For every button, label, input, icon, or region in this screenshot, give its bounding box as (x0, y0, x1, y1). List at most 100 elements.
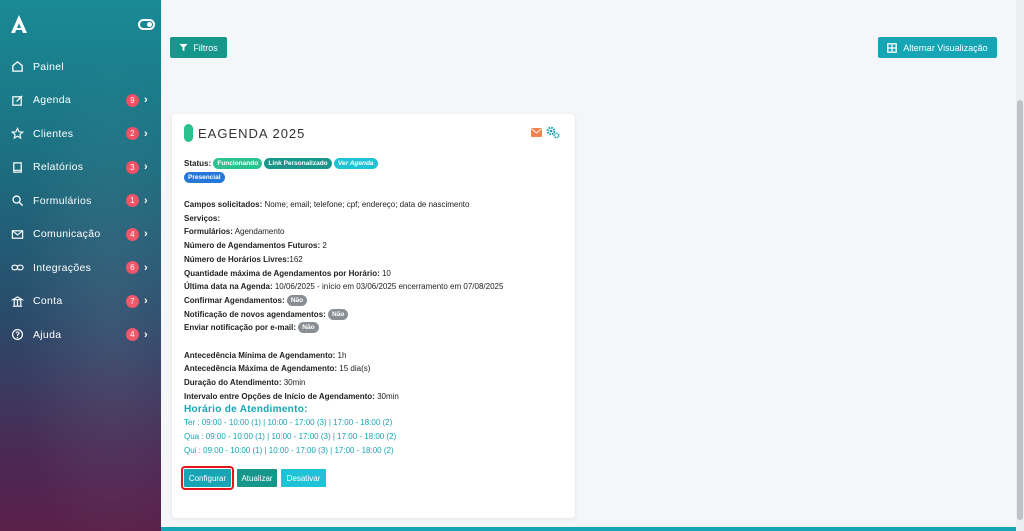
sidebar-item-relatorios[interactable]: Relatórios 3 › (0, 151, 161, 185)
count-badge: 4 (126, 227, 139, 241)
count-badge: 6 (126, 261, 139, 275)
chevron-right-icon: › (144, 261, 148, 274)
count-badge: 7 (126, 294, 139, 308)
field-label: Enviar notificação por e-mail: (184, 323, 297, 333)
notif-email-row: Enviar notificação por e-mail: Não (184, 321, 567, 335)
field-label: Última data na Agenda: (184, 282, 273, 292)
card-body: Status: Funcionando Link Personalizado V… (184, 157, 567, 457)
confirmar-row: Confirmar Agendamentos: Não (184, 294, 567, 308)
configure-button[interactable]: Configurar (181, 466, 234, 490)
sidebar-item-conta[interactable]: Conta 7 › (0, 285, 161, 319)
schedule-row: Qui : 09:00 - 10:00 (1) | 10:00 - 17:00 … (184, 445, 394, 455)
sidebar-item-agenda[interactable]: Agenda 9 › (0, 84, 161, 118)
star-icon (11, 127, 24, 140)
field-label: Número de Horários Livres: (184, 254, 290, 264)
field-value: 30min (281, 378, 306, 387)
sidebar-item-label: Relatórios (33, 161, 84, 174)
help-icon (11, 328, 24, 341)
chevron-right-icon: › (144, 328, 148, 341)
futuros-row: Número de Agendamentos Futuros: 2 (184, 239, 567, 253)
field-value: Nome; email; telefone; cpf; endereço; da… (262, 200, 470, 210)
agenda-card: EAGENDA 2025 Status: Funcionando Link Pe… (172, 114, 575, 518)
sidebar-item-comunicacao[interactable]: Comunicação 4 › (0, 218, 161, 252)
scrollbar-thumb[interactable] (1017, 100, 1023, 520)
intervalo-row: Intervalo entre Opções de Início de Agen… (184, 390, 567, 404)
link-icon (11, 261, 24, 274)
edit-icon (11, 94, 24, 107)
field-value: Agendamento (232, 227, 285, 237)
field-label: Confirmar Agendamentos: (184, 295, 285, 305)
status-label: Status: (184, 159, 212, 168)
field-label: Quantidade máxima de Agendamentos por Ho… (184, 268, 380, 278)
link-personalizado-badge[interactable]: Link Personalizado (264, 158, 332, 169)
mail-icon[interactable] (531, 128, 542, 137)
sidebar-item-painel[interactable]: Painel (0, 50, 161, 84)
ultima-row: Última data na Agenda: 10/06/2025 - iníc… (184, 280, 567, 294)
sidebar-item-label: Formulários (33, 194, 92, 207)
servicos-row: Serviços: (184, 212, 567, 226)
sidebar-item-label: Clientes (33, 127, 74, 140)
update-button[interactable]: Atualizar (237, 469, 277, 487)
schedule-row: Ter : 09:00 - 10:00 (1) | 10:00 - 17:00 … (184, 418, 393, 428)
nao-badge: Não (298, 322, 319, 334)
field-label: Antecedência Mínima de Agendamento: (184, 350, 336, 360)
count-badge: 2 (126, 127, 139, 141)
grid-icon (887, 42, 898, 53)
deactivate-button[interactable]: Desativar (281, 469, 326, 487)
filter-icon (179, 43, 188, 52)
status-indicator (184, 124, 193, 142)
field-label: Número de Agendamentos Futuros: (184, 241, 321, 251)
count-badge: 3 (126, 160, 139, 174)
chevron-right-icon: › (144, 94, 148, 107)
sidebar-item-clientes[interactable]: Clientes 2 › (0, 117, 161, 151)
field-label: Intervalo entre Opções de Início de Agen… (184, 391, 375, 401)
book-icon (11, 161, 24, 174)
sidebar-item-label: Comunicação (33, 228, 101, 241)
livres-row: Número de Horários Livres:162 (184, 253, 567, 267)
field-value: 30min (374, 391, 399, 401)
duracao-row: Duração do Atendimento: 30min (184, 376, 567, 390)
campos-row: Campos solicitados: Nome; email; telefon… (184, 198, 567, 212)
chevron-right-icon: › (144, 161, 148, 174)
schedule-heading: Horário de Atendimento: (184, 404, 308, 416)
field-value: 1h (335, 350, 347, 360)
notif-novos-row: Notificação de novos agendamentos: Não (184, 308, 567, 322)
chevron-right-icon: › (144, 194, 148, 207)
field-label: Campos solicitados: (184, 200, 263, 210)
search-icon (11, 194, 24, 207)
sidebar: Painel Agenda 9 › Clientes 2 › Relatório… (0, 0, 161, 531)
field-label: Duração do Atendimento: (184, 378, 282, 387)
sidebar-nav: Painel Agenda 9 › Clientes 2 › Relatório… (0, 50, 161, 352)
sidebar-item-label: Ajuda (33, 328, 62, 341)
toggle-view-button-label: Alternar Visualização (903, 42, 988, 53)
sidebar-item-ajuda[interactable]: Ajuda 4 › (0, 318, 161, 352)
sidebar-item-label: Agenda (33, 94, 72, 107)
presencial-row: Presencial (184, 171, 567, 185)
gear-icon[interactable] (546, 126, 560, 139)
field-value: 10/06/2025 - início em 03/06/2025 encerr… (272, 282, 504, 292)
sidebar-item-formularios[interactable]: Formulários 1 › (0, 184, 161, 218)
nao-badge: Não (328, 308, 349, 320)
field-value: 10 (379, 268, 391, 278)
toggle-view-button[interactable]: Alternar Visualização (878, 37, 997, 58)
card-title: EAGENDA 2025 (198, 126, 306, 141)
formularios-row: Formulários: Agendamento (184, 225, 567, 239)
field-label: Notificação de novos agendamentos: (184, 309, 326, 319)
footer-accent-line (161, 527, 1016, 531)
field-value: 162 (289, 254, 303, 264)
sidebar-item-label: Conta (33, 295, 63, 308)
mail-icon (11, 228, 24, 241)
count-badge: 4 (126, 328, 139, 342)
field-value: 15 dia(s) (337, 364, 371, 374)
status-badge-funcionando: Funcionando (213, 158, 263, 169)
presencial-badge: Presencial (184, 171, 225, 183)
chevron-right-icon: › (144, 228, 148, 241)
chevron-right-icon: › (144, 295, 148, 308)
ant-min-row: Antecedência Mínima de Agendamento: 1h (184, 349, 567, 363)
ver-agenda-link[interactable]: Ver Agenda (333, 158, 378, 169)
app-logo[interactable] (8, 13, 30, 35)
filters-button[interactable]: Filtros (170, 37, 227, 58)
toggle-icon[interactable] (138, 19, 155, 30)
sidebar-item-integracoes[interactable]: Integrações 6 › (0, 251, 161, 285)
count-badge: 9 (126, 93, 139, 107)
